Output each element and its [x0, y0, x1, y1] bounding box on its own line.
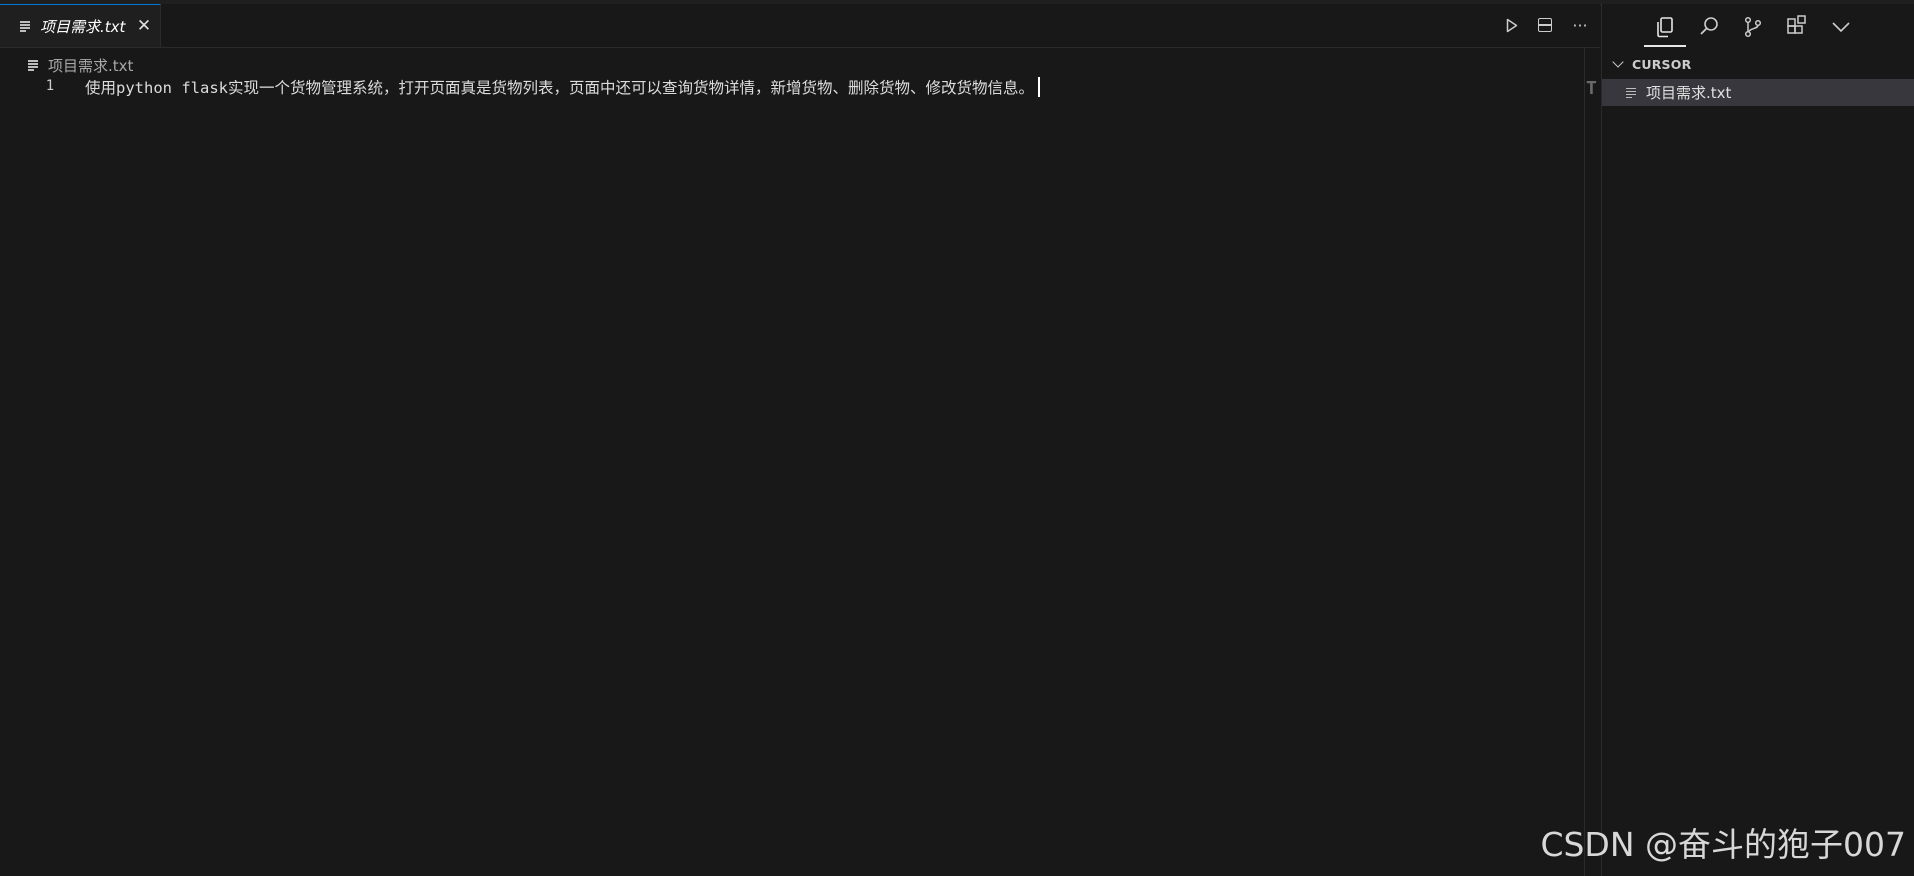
file-label: 项目需求.txt: [1646, 84, 1732, 102]
code-line[interactable]: 使用python flask实现一个货物管理系统，打开页面真是货物列表，页面中还…: [85, 75, 1040, 99]
more-actions-icon[interactable]: ···: [1570, 16, 1590, 36]
tab-project-requirements[interactable]: 项目需求.txt ✕: [0, 4, 161, 47]
explorer-copy-icon[interactable]: [1644, 14, 1686, 47]
minimap-divider: [1584, 48, 1585, 876]
file-lines-icon: [20, 20, 32, 32]
text-cursor: [1038, 77, 1040, 97]
chevron-down-icon[interactable]: [1828, 14, 1854, 40]
code-text: 使用python flask实现一个货物管理系统，打开页面真是货物列表，页面中还…: [85, 79, 1034, 97]
sidebar-toolbar: [1644, 8, 1854, 47]
explorer-section-header[interactable]: CURSOR: [1608, 53, 1691, 75]
search-icon[interactable]: [1696, 14, 1722, 40]
tab-label: 项目需求.txt: [40, 17, 126, 36]
line-number: 1: [45, 78, 55, 94]
run-icon[interactable]: [1502, 16, 1522, 36]
split-editor-icon[interactable]: [1536, 16, 1556, 36]
chevron-down-icon: [1612, 56, 1624, 68]
editor-actions: ···: [1502, 14, 1590, 38]
tab-bar: 项目需求.txt ✕ ···: [0, 4, 1600, 48]
watermark: CSDN @奋斗的狍子007: [1540, 825, 1906, 864]
breadcrumb[interactable]: 项目需求.txt: [28, 54, 133, 76]
close-icon[interactable]: ✕: [135, 17, 153, 35]
explorer-file-item[interactable]: 项目需求.txt: [1602, 79, 1914, 106]
minimap[interactable]: T: [1586, 78, 1597, 99]
file-lines-icon: [28, 59, 40, 71]
breadcrumb-file: 项目需求.txt: [48, 56, 134, 75]
editor-area: 项目需求.txt ✕ ··· 项目需求.txt 1 使用python flask…: [0, 4, 1600, 876]
source-control-icon[interactable]: [1740, 14, 1766, 40]
file-lines-icon: [1626, 87, 1638, 99]
section-title: CURSOR: [1632, 56, 1692, 72]
extensions-icon[interactable]: [1784, 14, 1810, 40]
sidebar: CURSOR 项目需求.txt: [1601, 4, 1914, 876]
